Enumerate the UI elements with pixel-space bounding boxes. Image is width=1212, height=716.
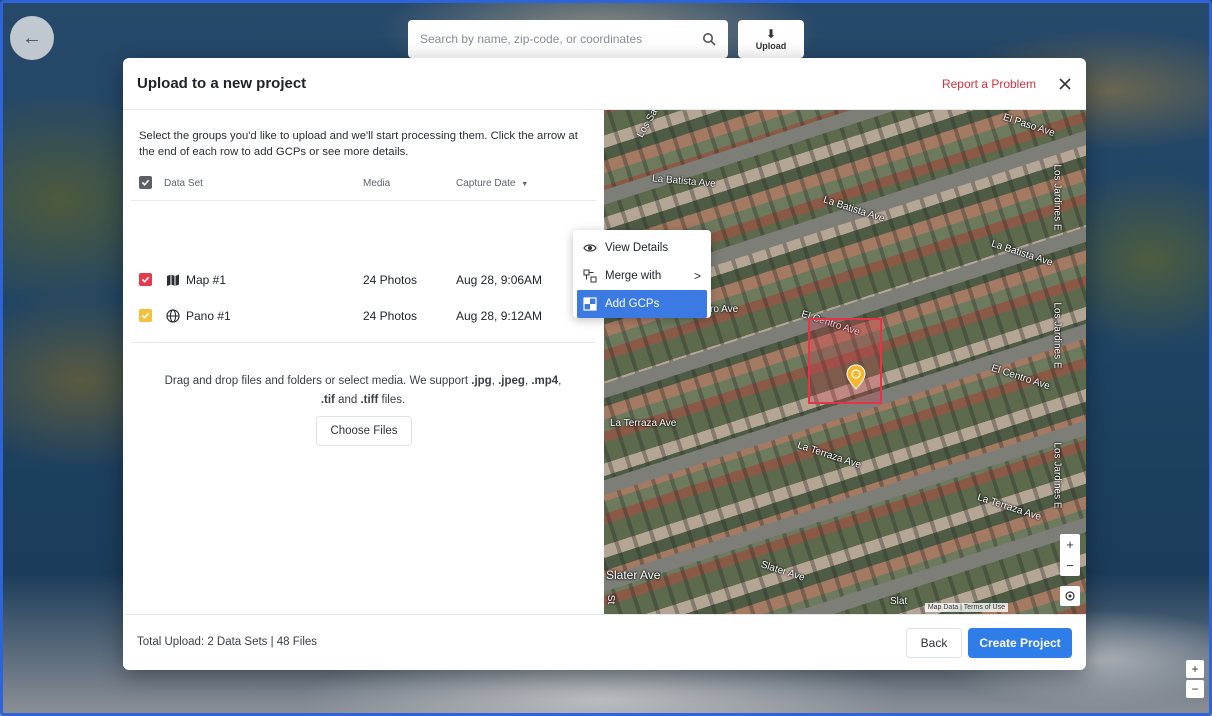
gcp-icon <box>583 297 597 311</box>
back-navigation-button[interactable]: ← <box>10 16 54 60</box>
dataset-pane: Select the groups you'd like to upload a… <box>123 110 604 614</box>
dropzone-text: Drag and drop files and folders or selec… <box>147 372 579 410</box>
table-row[interactable]: Map #1 24 Photos Aug 28, 9:06AM ··· <box>139 268 595 292</box>
search-icon[interactable] <box>702 32 716 46</box>
map-zoom-controls: + − <box>1060 534 1080 576</box>
dropzone-suffix: files. <box>378 394 406 406</box>
map-attribution: Map Data | Terms of Use <box>924 603 1008 612</box>
back-button[interactable]: Back <box>906 628 962 658</box>
modal-title: Upload to a new project <box>137 75 307 92</box>
rows-divider <box>131 342 596 343</box>
zoom-out-button[interactable]: − <box>1066 558 1074 573</box>
row-context-menu: View Details Merge with > Add GCPs <box>573 230 711 318</box>
street-label: El Centro Ave <box>989 362 1052 393</box>
street-label: Slater Ave <box>759 559 806 584</box>
menu-item-label: Add GCPs <box>605 298 660 310</box>
row-name: Map #1 <box>186 273 227 287</box>
table-row[interactable]: Pano #1 24 Photos Aug 28, 9:12AM <box>139 304 595 328</box>
row-date: Aug 28, 9:12AM <box>456 309 543 323</box>
dataset-table-header: Data Set Media Capture Date ▼ <box>139 174 595 196</box>
globe-icon <box>166 309 180 323</box>
street-label: El Paso Ave <box>1001 111 1057 140</box>
selected-area-box[interactable] <box>808 318 882 404</box>
check-icon <box>141 276 150 283</box>
street-label: Los Sa <box>635 110 661 140</box>
street-label: La Terraza Ave <box>610 418 677 429</box>
header-dataset: Data Set <box>164 178 203 189</box>
background-zoom-in[interactable]: + <box>1186 660 1204 678</box>
chevron-right-icon: > <box>693 269 701 283</box>
street-label: Slat <box>890 596 908 607</box>
street-label: La Batista Ave <box>821 194 886 225</box>
sort-desc-icon: ▼ <box>521 181 529 188</box>
street-label: La Batista Ave <box>651 173 717 190</box>
ext-jpg: .jpg <box>471 375 492 387</box>
location-search-bar[interactable]: Search by name, zip-code, or coordinates <box>408 20 728 58</box>
row-name: Pano #1 <box>186 309 231 323</box>
check-icon <box>141 312 150 319</box>
ext-jpeg: .jpeg <box>498 375 525 387</box>
search-placeholder[interactable]: Search by name, zip-code, or coordinates <box>420 32 702 46</box>
attribution-terms[interactable]: Terms of Use <box>964 604 1005 611</box>
street-label: La Batista Ave <box>989 238 1054 269</box>
row-media: 24 Photos <box>363 309 418 323</box>
menu-item-label: Merge with <box>605 270 662 282</box>
row-checkbox[interactable] <box>139 309 152 322</box>
attribution-map-data[interactable]: Map Data <box>928 604 958 611</box>
location-pin-icon[interactable] <box>846 364 866 390</box>
street-label: St <box>605 594 617 605</box>
menu-item-label: View Details <box>605 242 669 254</box>
close-icon[interactable] <box>1058 77 1072 91</box>
instructions-text: Select the groups you'd like to upload a… <box>139 130 578 158</box>
report-problem-link[interactable]: Report a Problem <box>942 77 1036 91</box>
street-label: Los Jardines E <box>1051 442 1063 509</box>
check-icon <box>141 179 150 186</box>
ext-tif: .tif <box>320 394 335 406</box>
zoom-in-button[interactable]: + <box>1066 537 1074 552</box>
ext-mp4: .mp4 <box>531 375 559 387</box>
street-label: Los Jardines E <box>1051 302 1063 369</box>
choose-files-button[interactable]: Choose Files <box>316 416 412 446</box>
header-media: Media <box>363 178 391 189</box>
street-label: La Terraza Ave <box>975 492 1043 523</box>
upload-project-modal: Upload to a new project Report a Problem… <box>123 58 1086 670</box>
street-label: Slater Ave <box>606 568 661 582</box>
upload-label: Upload <box>755 41 787 51</box>
modal-header: Upload to a new project Report a Problem <box>123 58 1086 110</box>
street-label: La Terraza Ave <box>795 440 863 471</box>
select-all-checkbox[interactable] <box>139 176 152 189</box>
upload-button[interactable]: ⬇ Upload <box>738 20 804 58</box>
upload-icon: ⬇ <box>765 27 777 41</box>
background-zoom-out[interactable]: − <box>1186 680 1204 698</box>
location-preview-map[interactable]: El Paso Ave La Batista Ave La Batista Av… <box>604 110 1086 614</box>
header-capture-date[interactable]: Capture Date ▼ <box>456 178 528 189</box>
merge-icon <box>583 269 597 283</box>
ext-and: and <box>334 394 361 406</box>
row-checkbox[interactable] <box>139 273 152 286</box>
header-capture-date-label: Capture Date <box>456 178 516 189</box>
header-divider <box>131 200 596 201</box>
row-media: 24 Photos <box>363 273 418 287</box>
upload-total: Total Upload: 2 Data Sets | 48 Files <box>137 636 318 648</box>
arrow-left-icon: ← <box>22 26 42 49</box>
locate-button[interactable] <box>1060 586 1080 606</box>
ext-sep: , <box>558 375 562 387</box>
eye-icon <box>583 244 597 252</box>
street-label: ro Ave <box>710 304 739 315</box>
create-project-button[interactable]: Create Project <box>968 628 1072 658</box>
street-label: Los Jardines E <box>1051 164 1063 231</box>
ext-tiff: .tiff <box>360 394 379 406</box>
dropzone-prefix: Drag and drop files and folders or selec… <box>164 375 472 387</box>
menu-item-add-gcps[interactable]: Add GCPs <box>577 290 707 318</box>
target-icon <box>1065 591 1075 601</box>
map-icon <box>167 274 179 286</box>
menu-item-merge-with[interactable]: Merge with > <box>573 262 711 290</box>
modal-footer: Total Upload: 2 Data Sets | 48 Files Bac… <box>123 614 1086 670</box>
menu-item-view-details[interactable]: View Details <box>573 234 711 262</box>
row-date: Aug 28, 9:06AM <box>456 273 543 287</box>
